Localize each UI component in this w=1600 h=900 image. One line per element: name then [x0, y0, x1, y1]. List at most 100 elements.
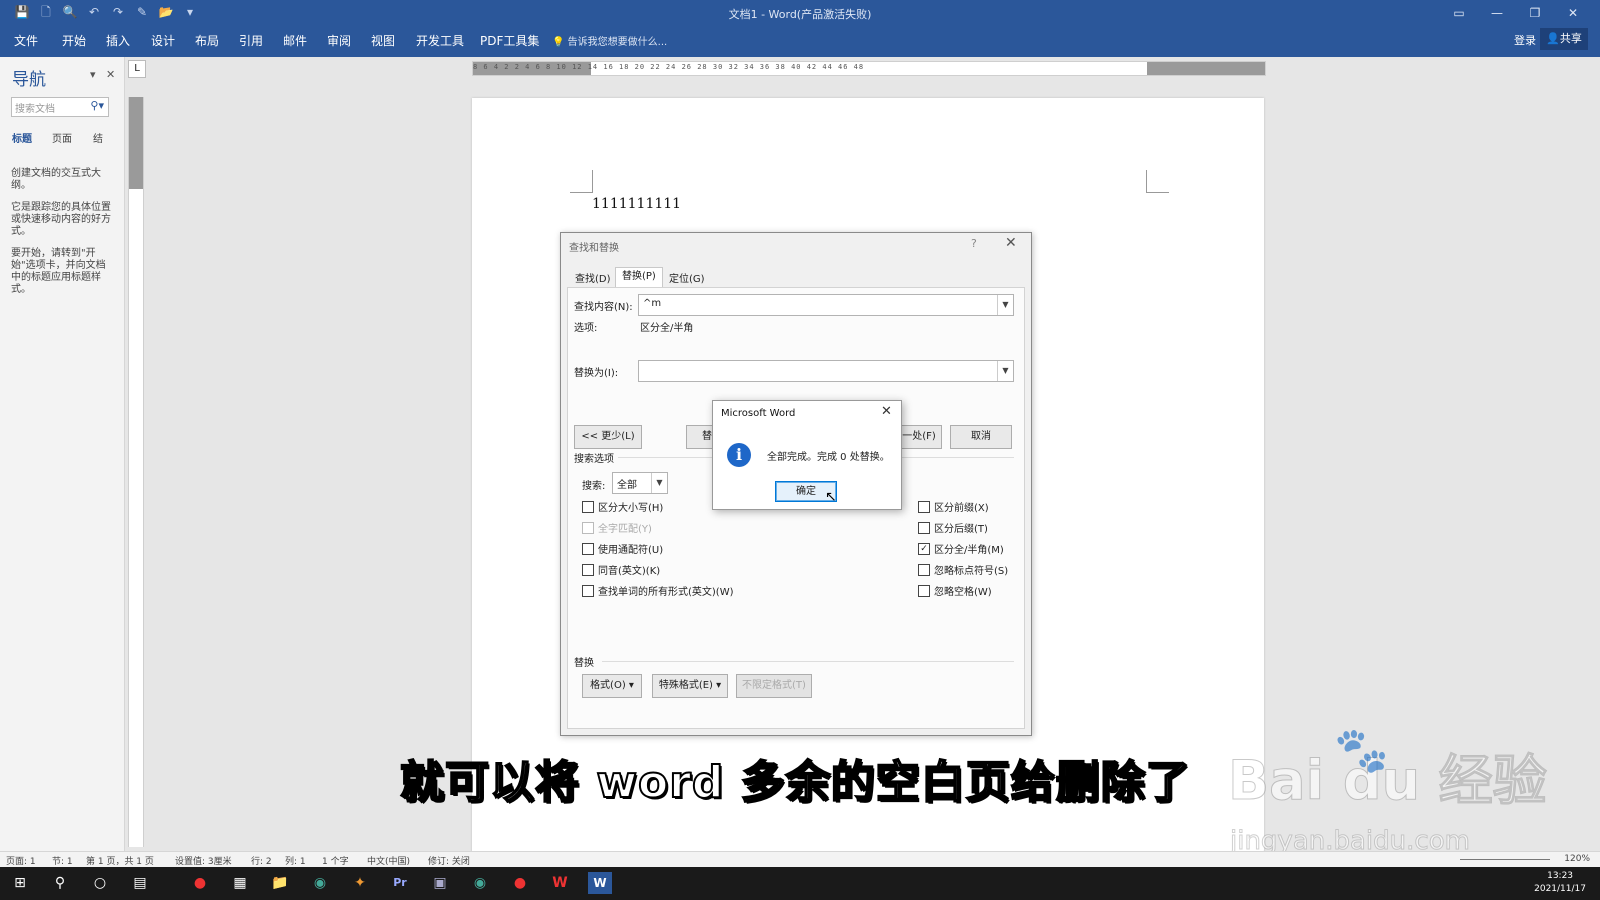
document-text[interactable]: 1111111111 [592, 196, 681, 212]
search-icon[interactable]: ⚲▾ [90, 99, 104, 112]
search-icon[interactable]: ⚲ [48, 872, 72, 894]
checkbox-box[interactable] [582, 500, 594, 513]
format-button[interactable]: 格式(O) ▾ [582, 674, 642, 698]
zoom-slider[interactable] [1460, 859, 1550, 860]
status-word-count[interactable]: 1 个字 [322, 854, 349, 867]
app-icon[interactable]: ✦ [348, 872, 372, 894]
paw-icon: 🐾 [1334, 725, 1389, 776]
tab-find[interactable]: 查找(D) [569, 271, 617, 288]
close-icon[interactable]: ✕ [881, 404, 892, 419]
share-button[interactable]: 👤共享 [1540, 28, 1588, 50]
status-section[interactable]: 节: 1 [52, 854, 73, 867]
nav-search-input[interactable]: 搜索文档 ⚲▾ [11, 97, 109, 117]
chevron-down-icon[interactable]: ▼ [651, 473, 667, 493]
nav-pane-title: 导航 [12, 70, 46, 90]
horizontal-ruler[interactable]: 8 6 4 2 2 4 6 8 10 12 14 16 18 20 22 24 … [472, 61, 1266, 76]
word-icon[interactable]: W [588, 872, 612, 894]
app-icon[interactable]: ▣ [428, 872, 452, 894]
cancel-button[interactable]: 取消 [950, 425, 1012, 449]
find-value: ^m [643, 298, 662, 309]
taskbar: ⊞ ⚲ ○ ▤ ● ▦ 📁 ◉ ✦ Pr ▣ ◉ ● W W 13:23 202… [0, 867, 1600, 900]
match-prefix-checkbox[interactable]: 区分前缀(X) [918, 499, 989, 514]
vertical-ruler[interactable] [128, 97, 144, 847]
chrome-icon[interactable]: ◉ [468, 872, 492, 894]
help-icon[interactable]: ? [971, 237, 977, 250]
checkbox-box[interactable] [918, 521, 930, 534]
message-text: 全部完成。完成 0 处替换。 [767, 452, 890, 463]
tab-file[interactable]: 文件 [14, 32, 38, 49]
no-formatting-button[interactable]: 不限定格式(T) [736, 674, 812, 698]
match-width-checkbox[interactable]: ✓ 区分全/半角(M) [918, 541, 1004, 556]
login-link[interactable]: 登录 [1514, 32, 1536, 48]
status-language[interactable]: 中文(中国) [367, 854, 410, 867]
windows-start-icon[interactable]: ⊞ [8, 872, 32, 894]
tab-developer[interactable]: 开发工具 [416, 32, 464, 49]
tab-mailings[interactable]: 邮件 [283, 32, 307, 49]
tab-insert[interactable]: 插入 [106, 32, 130, 49]
match-case-checkbox[interactable]: 区分大小写(H) [582, 499, 663, 514]
status-column[interactable]: 列: 1 [285, 854, 306, 867]
recorder-icon[interactable]: ● [508, 872, 532, 894]
close-icon[interactable]: ✕ [106, 68, 115, 81]
status-position[interactable]: 设置值: 3厘米 [175, 854, 232, 867]
wps-icon[interactable]: W [548, 872, 572, 894]
checkbox-box[interactable] [582, 584, 594, 597]
recorder-icon[interactable]: ● [188, 872, 212, 894]
checkbox-box[interactable] [918, 584, 930, 597]
tab-layout[interactable]: 布局 [195, 32, 219, 49]
all-word-forms-checkbox[interactable]: 查找单词的所有形式(英文)(W) [582, 583, 734, 598]
ignore-whitespace-checkbox[interactable]: 忽略空格(W) [918, 583, 992, 598]
cortana-icon[interactable]: ○ [88, 872, 112, 894]
tab-references[interactable]: 引用 [239, 32, 263, 49]
checkbox-box[interactable] [582, 542, 594, 555]
tab-replace[interactable]: 替换(P) [615, 267, 663, 288]
tab-view[interactable]: 视图 [371, 32, 395, 49]
file-explorer-icon[interactable]: 📁 [268, 872, 292, 894]
search-direction-select[interactable]: 全部 ▼ [612, 472, 668, 494]
status-page[interactable]: 页面: 1 [6, 854, 36, 867]
sounds-like-checkbox[interactable]: 同音(英文)(K) [582, 562, 660, 577]
chrome-icon[interactable]: ◉ [308, 872, 332, 894]
chevron-down-icon[interactable]: ▼ [997, 295, 1013, 315]
app-icon[interactable]: ▦ [228, 872, 252, 894]
special-format-button[interactable]: 特殊格式(E) ▾ [652, 674, 728, 698]
info-icon: i [727, 443, 751, 467]
zoom-level[interactable]: 120% [1564, 854, 1590, 864]
ribbon-display-icon[interactable]: ▭ [1440, 2, 1478, 24]
nav-tab-results[interactable]: 结 [93, 130, 103, 145]
less-button[interactable]: << 更少(L) [574, 425, 642, 449]
nav-tab-headings[interactable]: 标题 [12, 130, 32, 145]
tab-review[interactable]: 审阅 [327, 32, 351, 49]
tray-clock[interactable]: 13:23 2021/11/17 [1534, 870, 1586, 896]
status-page-count[interactable]: 第 1 页，共 1 页 [86, 854, 154, 867]
tab-home[interactable]: 开始 [62, 32, 86, 49]
tab-goto[interactable]: 定位(G) [663, 271, 711, 288]
task-view-icon[interactable]: ▤ [128, 872, 152, 894]
tell-me-search[interactable]: 💡 告诉我您想要做什么... [552, 33, 667, 48]
nav-tab-pages[interactable]: 页面 [52, 130, 72, 145]
status-track-changes[interactable]: 修订: 关闭 [428, 854, 470, 867]
replace-input[interactable]: ▼ [638, 360, 1014, 382]
checkbox-box[interactable]: ✓ [918, 542, 930, 555]
status-line[interactable]: 行: 2 [251, 854, 272, 867]
checkbox-box[interactable] [582, 521, 594, 534]
close-window-icon[interactable]: ✕ [1554, 2, 1592, 24]
tab-selector[interactable]: L [128, 60, 146, 78]
find-input[interactable]: ^m ▼ [638, 294, 1014, 316]
tab-pdf-tools[interactable]: PDF工具集 [480, 32, 539, 49]
wildcards-checkbox[interactable]: 使用通配符(U) [582, 541, 663, 556]
ignore-punctuation-checkbox[interactable]: 忽略标点符号(S) [918, 562, 1008, 577]
minimize-icon[interactable]: — [1478, 2, 1516, 24]
restore-icon[interactable]: ❐ [1516, 2, 1554, 24]
whole-word-checkbox[interactable]: 全字匹配(Y) [582, 520, 652, 535]
close-icon[interactable]: ✕ [1005, 235, 1017, 251]
match-suffix-checkbox[interactable]: 区分后缀(T) [918, 520, 988, 535]
checkbox-box[interactable] [582, 563, 594, 576]
tab-design[interactable]: 设计 [151, 32, 175, 49]
chevron-down-icon[interactable]: ▾ [90, 68, 96, 81]
premiere-icon[interactable]: Pr [388, 872, 412, 894]
checkbox-box[interactable] [918, 563, 930, 576]
chevron-down-icon[interactable]: ▼ [997, 361, 1013, 381]
nav-pane-help: 创建文档的交互式大纲。 它是跟踪您的具体位置或快速移动内容的好方式。 要开始，请… [11, 168, 113, 306]
checkbox-box[interactable] [918, 500, 930, 513]
